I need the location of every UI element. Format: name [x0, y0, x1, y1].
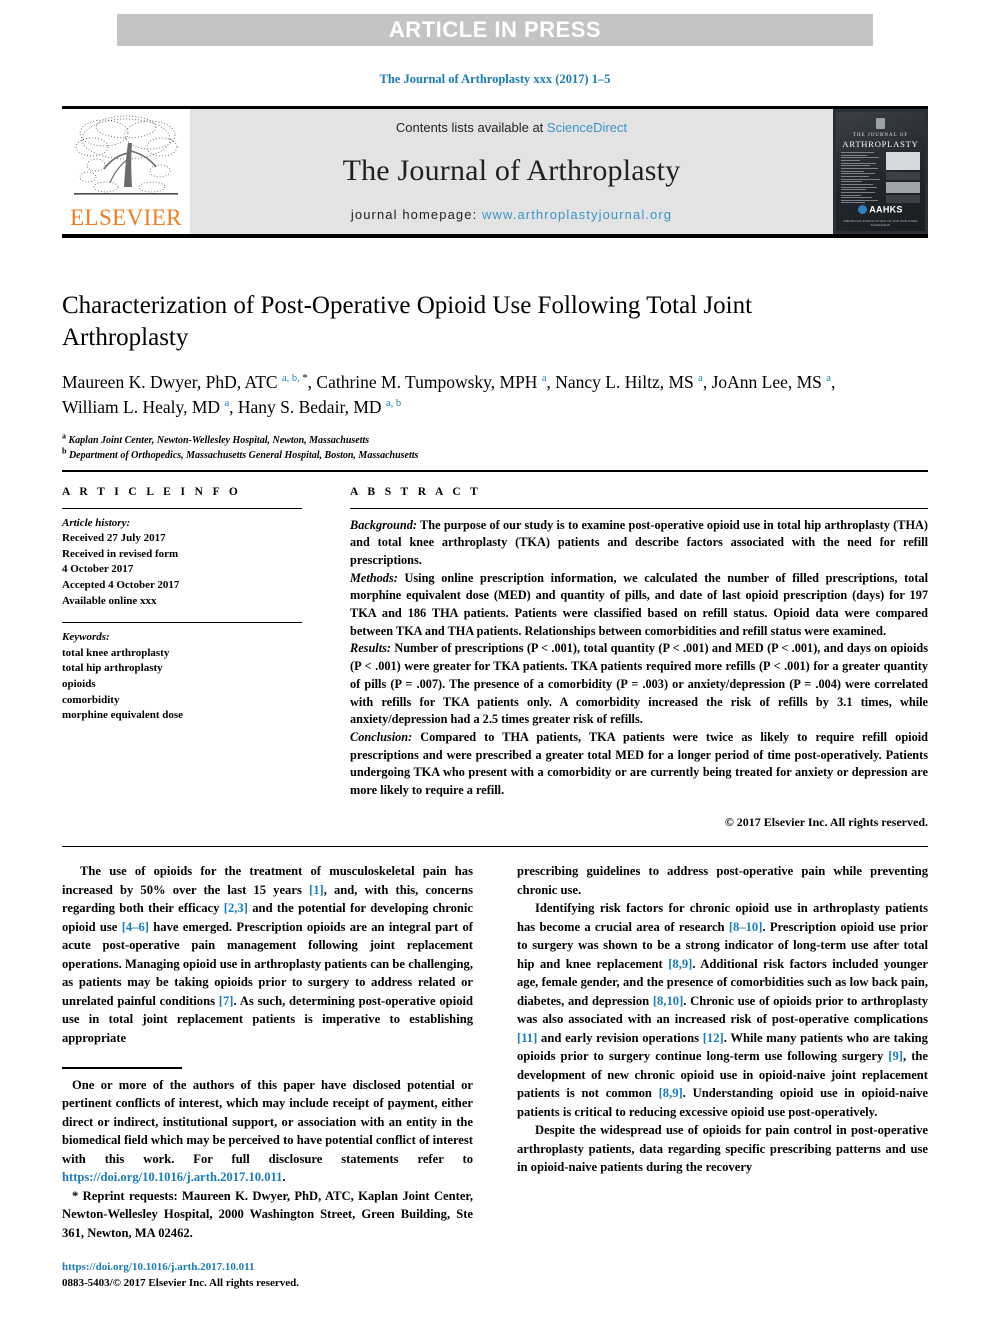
conflict-doi-link[interactable]: https://doi.org/10.1016/j.arth.2017.10.0…: [62, 1170, 282, 1184]
affiliation-text: Department of Orthopedics, Massachusetts…: [68, 450, 419, 462]
contents-prefix: Contents lists available at: [395, 120, 547, 135]
cover-toc-lines: [841, 152, 883, 204]
issn-copyright-line: 0883-5403/© 2017 Elsevier Inc. All right…: [62, 1276, 299, 1289]
journal-masthead: ELSEVIER Contents lists available at Sci…: [62, 106, 928, 238]
homepage-prefix: journal homepage:: [350, 207, 482, 222]
abstract-section: Methods: Using online prescription infor…: [350, 570, 928, 641]
sciencedirect-link[interactable]: ScienceDirect: [547, 120, 627, 135]
abstract-section-text: The purpose of our study is to examine p…: [350, 517, 928, 567]
masthead-bottom-rule: [62, 234, 928, 238]
body-paragraph: Despite the widespread use of opioids fo…: [517, 1123, 928, 1174]
abstract-column: A B S T R A C T Background: The purpose …: [302, 486, 928, 830]
body-column-left: The use of opioids for the treatment of …: [62, 862, 473, 1291]
elsevier-logo: ELSEVIER: [62, 109, 190, 234]
abstract-section: Conclusion: Compared to THA patients, TK…: [350, 729, 928, 800]
info-abstract-bottom-rule: [62, 845, 928, 848]
article-in-press-label: ARTICLE IN PRESS: [388, 17, 602, 42]
article-in-press-banner: ARTICLE IN PRESS: [117, 14, 873, 46]
abstract-copyright: © 2017 Elsevier Inc. All rights reserved…: [724, 814, 928, 829]
contents-lists-line: Contents lists available at ScienceDirec…: [396, 120, 627, 135]
affiliation-item: b Department of Orthopedics, Massachuset…: [62, 446, 928, 463]
affiliation-marker: b: [62, 446, 67, 456]
reprint-text: Reprint requests: Maureen K. Dwyer, PhD,…: [62, 1188, 473, 1240]
abstract-section: Results: Number of prescriptions (P < .0…: [350, 640, 928, 729]
article-doi-link[interactable]: https://doi.org/10.1016/j.arth.2017.10.0…: [62, 1261, 255, 1273]
elsevier-tree-icon: [74, 115, 178, 195]
journal-homepage-line: journal homepage: www.arthroplastyjourna…: [351, 207, 672, 222]
page-title: Characterization of Post-Operative Opioi…: [62, 292, 753, 351]
keyword-item: total knee arthroplasty: [62, 646, 170, 659]
affiliation-list: a Kaplan Joint Center, Newton-Wellesley …: [62, 431, 928, 463]
cover-title-line2: ARTHROPLASTY: [842, 139, 919, 149]
keyword-item: morphine equivalent dose: [62, 709, 184, 722]
keywords-rule: [62, 622, 302, 624]
article-info-rule: [62, 507, 302, 509]
doi-block: https://doi.org/10.1016/j.arth.2017.10.0…: [62, 1260, 473, 1291]
footnote-block: One or more of the authors of this paper…: [62, 1076, 473, 1243]
keywords-label: Keywords:: [62, 631, 110, 644]
reprint-requests-footnote: * Reprint requests: Maureen K. Dwyer, Ph…: [62, 1187, 473, 1243]
conflict-of-interest-footnote: One or more of the authors of this paper…: [62, 1076, 473, 1187]
cover-society-logo: AAHKS AMERICAN ASSOCIATION OF HIP AND KN…: [836, 200, 925, 227]
cover-title-line1: THE JOURNAL OF: [852, 133, 909, 138]
cover-figure-strip: [886, 152, 920, 204]
abstract-section-text: Number of prescriptions (P < .001), tota…: [350, 641, 928, 727]
abstract-section-label: Background:: [350, 517, 417, 532]
footnote-separator-rule: [62, 1067, 182, 1069]
article-info-heading: A R T I C L E I N F O: [62, 485, 242, 498]
abstract-section-label: Results:: [350, 641, 391, 656]
abstract-section: Background: The purpose of our study is …: [350, 517, 928, 570]
body-columns: The use of opioids for the treatment of …: [62, 862, 928, 1291]
article-history-block: Article history: Received 27 July 2017 R…: [62, 516, 302, 610]
body-paragraph: prescribing guidelines to address post-o…: [517, 864, 928, 897]
body-column-right: prescribing guidelines to address post-o…: [517, 862, 928, 1291]
article-history-item: Available online xxx: [62, 594, 157, 607]
body-paragraph: The use of opioids for the treatment of …: [62, 864, 473, 1045]
affiliation-marker: a: [62, 431, 66, 441]
abstract-section-label: Methods:: [350, 570, 398, 585]
aahks-label: AAHKS: [869, 204, 903, 215]
conflict-text: One or more of the authors of this paper…: [62, 1077, 473, 1166]
affiliation-item: a Kaplan Joint Center, Newton-Wellesley …: [62, 431, 928, 448]
cover-society-mark-icon: [876, 118, 885, 129]
journal-homepage-link[interactable]: www.arthroplastyjournal.org: [482, 207, 672, 222]
article-history-item: Accepted 4 October 2017: [62, 578, 180, 591]
abstract-section-text: Using online prescription information, w…: [350, 570, 928, 638]
journal-citation-line: The Journal of Arthroplasty xxx (2017) 1…: [379, 72, 611, 86]
info-abstract-top-rule: [62, 470, 928, 472]
title-block: Characterization of Post-Operative Opioi…: [62, 290, 928, 463]
conflict-tail: .: [282, 1170, 286, 1185]
abstract-body: Background: The purpose of our study is …: [350, 517, 928, 800]
affiliation-text: Kaplan Joint Center, Newton-Wellesley Ho…: [68, 435, 370, 447]
abstract-section-text: Compared to THA patients, TKA patients w…: [350, 729, 928, 798]
aahks-mark-icon: [858, 204, 868, 214]
article-history-item: Received 27 July 2017: [62, 532, 166, 545]
keyword-item: comorbidity: [62, 693, 120, 706]
author-list: Maureen K. Dwyer, PhD, ATC a, b, *, Cath…: [62, 371, 836, 417]
keyword-item: total hip arthroplasty: [62, 662, 163, 675]
abstract-section-label: Conclusion:: [350, 729, 413, 744]
elsevier-wordmark: ELSEVIER: [70, 205, 182, 230]
aahks-sublabel: AMERICAN ASSOCIATION OF HIP AND KNEE SUR…: [843, 219, 918, 227]
journal-cover-thumbnail: THE JOURNAL OF ARTHROPLASTY AAHKS AMERIC…: [833, 109, 928, 234]
body-paragraph: Identifying risk factors for chronic opi…: [517, 901, 929, 1119]
article-history-item: 4 October 2017: [62, 563, 134, 576]
article-info-column: A R T I C L E I N F O Article history: R…: [62, 486, 302, 830]
masthead-center: Contents lists available at ScienceDirec…: [190, 109, 833, 234]
abstract-rule: [350, 507, 928, 509]
article-history-label: Article history:: [62, 516, 131, 529]
abstract-heading: A B S T R A C T: [350, 485, 482, 498]
info-abstract-section: A R T I C L E I N F O Article history: R…: [62, 470, 928, 848]
keywords-block: Keywords: total knee arthroplasty total …: [62, 630, 302, 724]
article-history-item: Received in revised form: [62, 547, 179, 560]
journal-title: The Journal of Arthroplasty: [342, 154, 681, 187]
keyword-item: opioids: [62, 677, 96, 690]
